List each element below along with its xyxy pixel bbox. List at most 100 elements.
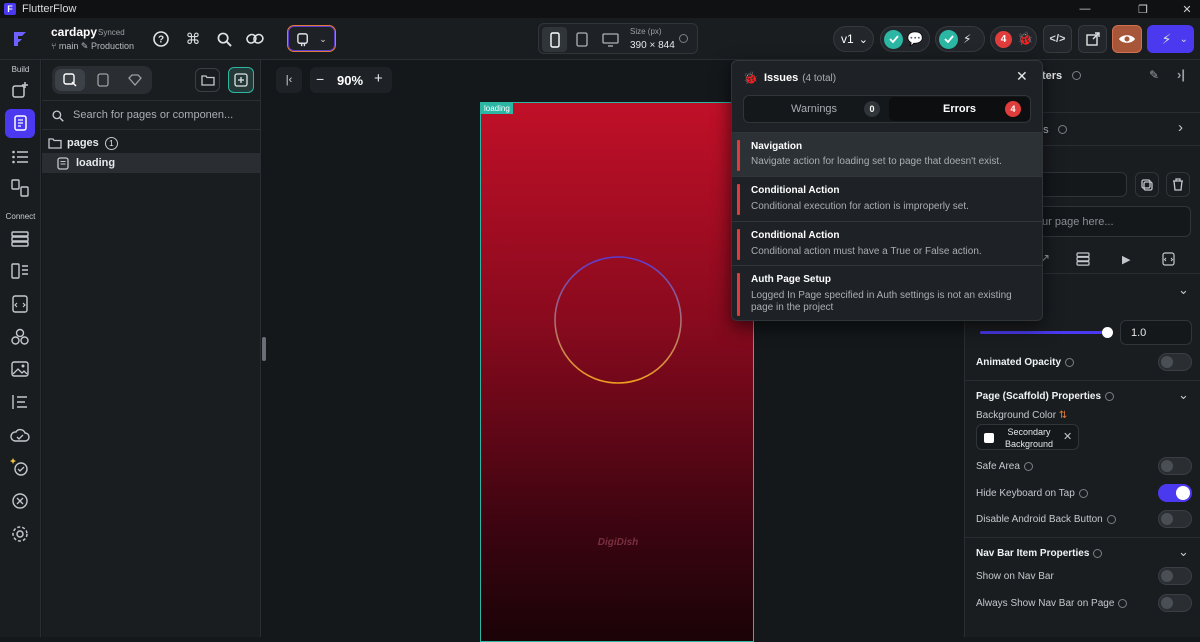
bug-icon: 🐞 [743, 71, 758, 85]
phone-device-icon[interactable] [542, 27, 567, 52]
search-input[interactable]: Search for pages or componen... [73, 109, 233, 121]
phone-preview[interactable]: loading DigiDish [480, 102, 754, 642]
tab-warnings[interactable]: Warnings 0 [745, 97, 888, 121]
issue-item[interactable]: Auth Page Setup Logged In Page specified… [732, 265, 1042, 320]
disable-back-label: Disable Android Back Button [976, 514, 1116, 525]
issue-item[interactable]: Conditional Action Conditional action mu… [732, 221, 1042, 265]
run-button[interactable]: ⚡ ⌄ [1147, 25, 1194, 53]
new-folder-icon[interactable] [195, 68, 220, 92]
media-assets-icon[interactable] [9, 358, 31, 380]
issue-item[interactable]: Conditional Action Conditional execution… [732, 176, 1042, 221]
close-icon[interactable]: ✕ [1016, 68, 1028, 85]
add-widget-icon[interactable] [9, 79, 31, 101]
widget-tree-icon[interactable] [9, 146, 31, 168]
zoom-out-icon[interactable]: − [316, 71, 324, 87]
database-icon[interactable] [1075, 251, 1091, 267]
project-name[interactable]: cardapy [51, 25, 97, 39]
animated-opacity-toggle[interactable] [1158, 353, 1192, 371]
collapse-panel-icon[interactable]: |‹ [276, 67, 302, 93]
build-label: Build [11, 65, 30, 74]
hide-keyboard-toggle[interactable] [1158, 484, 1192, 502]
slider-thumb[interactable] [1102, 327, 1113, 338]
page-icon [57, 156, 69, 170]
errors-badge: 4 [995, 30, 1012, 48]
play-icon[interactable]: ▶ [1122, 253, 1130, 266]
panel-header-partial: ters [1042, 70, 1063, 82]
panel-tab-group [52, 66, 152, 94]
copy-icon[interactable] [1135, 172, 1159, 197]
link-icon[interactable] [245, 30, 265, 48]
widget-palette-button[interactable]: ⌄ [287, 25, 336, 52]
size-label: Size (px) [630, 27, 662, 36]
window-titlebar: F FlutterFlow — ❐ ✕ [0, 0, 1200, 18]
components-tab-icon[interactable] [90, 69, 116, 91]
sync-status-button[interactable]: 💬 [880, 26, 930, 52]
cloud-deploy-icon[interactable] [9, 424, 31, 446]
opacity-input[interactable]: 1.0 [1120, 320, 1192, 345]
app-state-icon[interactable] [9, 260, 31, 282]
tab-errors[interactable]: Errors 4 [889, 97, 1030, 121]
errors-button[interactable]: 4 🐞 [990, 26, 1037, 52]
command-icon[interactable]: ⌘ [184, 30, 202, 48]
issue-item[interactable]: Navigation Navigate action for loading s… [732, 132, 1042, 176]
info-icon [1058, 125, 1067, 134]
theme-icon[interactable] [9, 391, 31, 413]
version-selector[interactable]: v1 ⌄ [833, 26, 874, 52]
opacity-slider[interactable] [980, 331, 1107, 334]
add-page-icon[interactable] [228, 67, 254, 93]
color-swatch [984, 433, 994, 443]
info-icon [679, 34, 688, 43]
tablet-device-icon[interactable] [572, 27, 592, 52]
zoom-in-icon[interactable]: + [374, 70, 383, 87]
pages-icon[interactable] [5, 109, 35, 138]
chevron-down-icon[interactable]: ⌄ [1178, 387, 1189, 403]
size-value[interactable]: 390 × 844 [630, 40, 675, 51]
desktop-device-icon[interactable] [599, 27, 621, 52]
validation-button[interactable]: ⚡ [935, 26, 985, 52]
help-icon[interactable]: ? [152, 30, 170, 48]
pages-tab-icon[interactable] [55, 69, 85, 91]
ai-agent-icon[interactable] [9, 456, 31, 478]
collapse-icon[interactable]: ›| [1177, 67, 1185, 82]
page-item-label: loading [76, 157, 116, 169]
always-show-nav-toggle[interactable] [1158, 594, 1192, 612]
integrations-icon[interactable] [9, 490, 31, 512]
folder-open-icon [48, 137, 62, 149]
pages-folder[interactable]: pages 1 [48, 135, 248, 151]
code-icon[interactable]: </> [1043, 25, 1072, 53]
open-external-icon[interactable] [1078, 25, 1107, 53]
maximize-icon[interactable]: ❐ [1120, 0, 1166, 18]
api-calls-icon[interactable] [9, 326, 31, 348]
show-nav-toggle[interactable] [1158, 567, 1192, 585]
library-diamond-icon[interactable] [122, 69, 148, 91]
bg-color-picker[interactable]: Secondary Background ✕ [976, 424, 1079, 450]
show-nav-label: Show on Nav Bar [976, 571, 1054, 582]
close-window-icon[interactable]: ✕ [1164, 0, 1200, 18]
issues-header: 🐞 Issues (4 total) [743, 71, 836, 85]
trash-icon[interactable] [1166, 172, 1190, 197]
clear-icon[interactable]: ✕ [1063, 430, 1072, 443]
database-icon[interactable] [9, 228, 31, 250]
custom-code-icon[interactable] [9, 293, 31, 315]
minimize-icon[interactable]: — [1062, 0, 1108, 18]
panel-resize-handle[interactable] [262, 337, 266, 361]
preview-eye-icon[interactable] [1112, 25, 1142, 53]
edit-pencil-icon[interactable]: ✎ [1149, 68, 1159, 82]
animated-opacity-label: Animated Opacity [976, 357, 1075, 368]
chevron-down-icon[interactable]: ⌄ [1178, 282, 1189, 298]
disable-back-toggle[interactable] [1158, 510, 1192, 528]
settings-gear-icon[interactable] [9, 523, 31, 545]
page-name-input[interactable] [1035, 172, 1127, 197]
search-icon[interactable] [215, 30, 233, 48]
storyboard-icon[interactable] [9, 177, 31, 199]
page-description-input[interactable]: ur page here... [1035, 206, 1191, 237]
search-bar: Search for pages or componen... [42, 100, 260, 130]
page-item-loading[interactable]: loading [42, 153, 260, 173]
safe-area-toggle[interactable] [1158, 457, 1192, 475]
issues-tabs: Warnings 0 Errors 4 [743, 95, 1031, 123]
branch-info[interactable]: ⑂ main ✎ Production [51, 41, 134, 52]
flutterflow-menu-icon[interactable] [9, 28, 31, 50]
chevron-down-icon[interactable]: ⌄ [1178, 544, 1189, 560]
zoom-control: − 90% + [310, 67, 392, 93]
code-file-icon[interactable] [1160, 251, 1176, 267]
